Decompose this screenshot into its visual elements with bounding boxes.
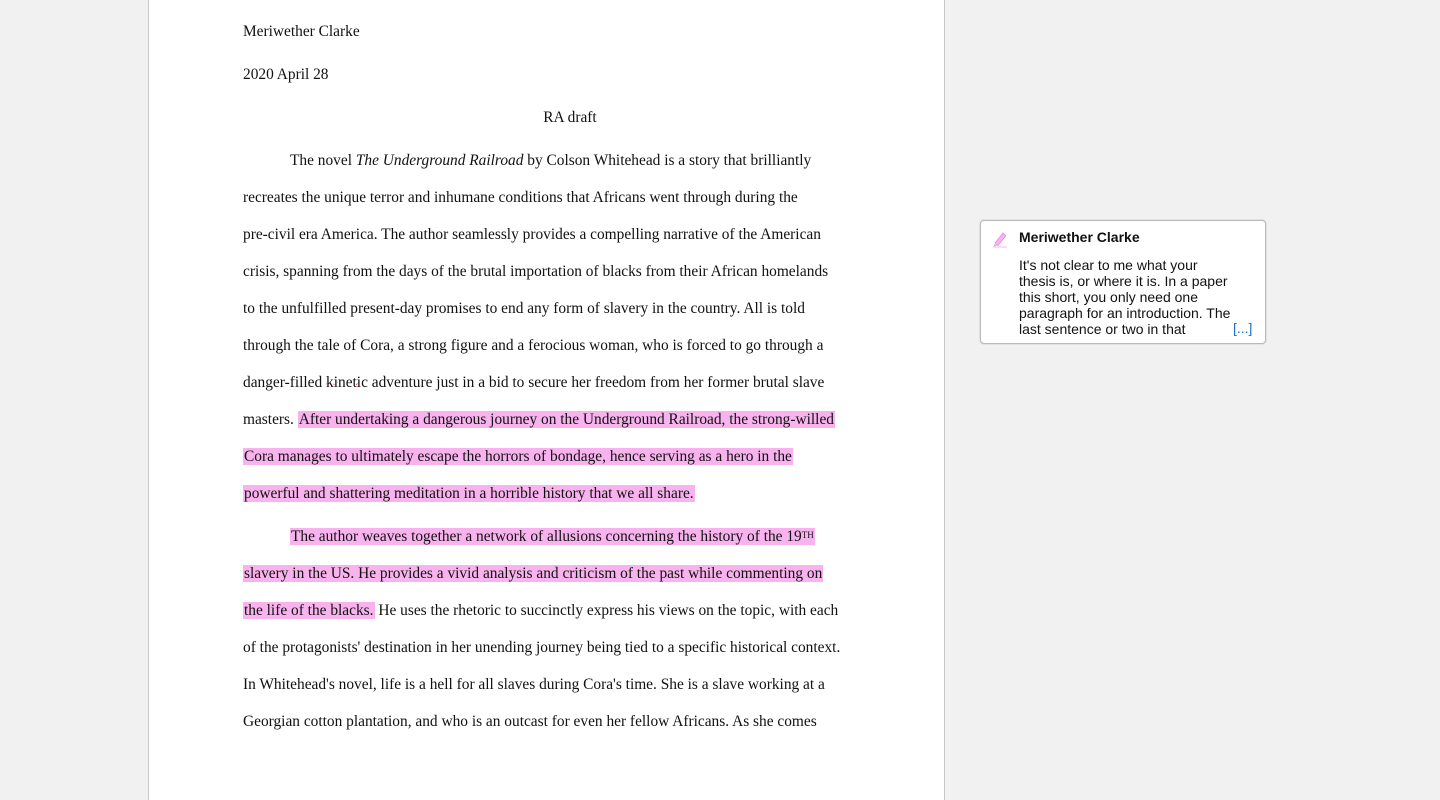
paragraph-2-line-1: The author weaves together a network of … (290, 527, 815, 547)
text-run: by Colson Whitehead is a story that bril… (523, 152, 812, 169)
paragraph-1-line-3: pre-civil era America. The author seamle… (243, 226, 821, 243)
highlighted-text[interactable]: Cora manages to ultimately escape the ho… (243, 448, 793, 465)
text-run: The author weaves together a network of … (291, 528, 802, 545)
paragraph-2-line-5: In Whitehead's novel, life is a hell for… (243, 676, 825, 693)
document-title-text: RA draft (543, 109, 597, 126)
highlighted-text[interactable]: After undertaking a dangerous journey on… (297, 411, 835, 428)
paragraph-2-line-6: Georgian cotton plantation, and who is a… (243, 713, 817, 730)
comment-author: Meriwether Clarke (1019, 229, 1140, 245)
paragraph-1-line-10: powerful and shattering meditation in a … (243, 484, 695, 504)
paragraph-2-line-4: of the protagonists' destination in her … (243, 639, 841, 656)
highlighted-text[interactable]: slavery in the US. He provides a vivid a… (243, 565, 824, 582)
paragraph-1-line-7: danger-filled kinetic adventure just in … (243, 373, 824, 393)
book-title: The Underground Railroad (355, 152, 524, 169)
text-run: masters. (243, 411, 298, 428)
paragraph-1-line-5: to the unfulfilled present-day promises … (243, 300, 805, 317)
highlighter-icon (991, 230, 1009, 248)
text-run: danger-filled (243, 374, 327, 391)
document-date: 2020 April 28 (243, 66, 329, 83)
document-page: Meriwether Clarke 2020 April 28 RA draft… (148, 0, 945, 800)
paragraph-1-line-8: masters. After undertaking a dangerous j… (243, 410, 835, 430)
paragraph-1-line-6: through the tale of Cora, a strong figur… (243, 337, 824, 354)
document-title: RA draft (243, 108, 897, 128)
superscript: TH (801, 530, 814, 540)
paragraph-1-line-9: Cora manages to ultimately escape the ho… (243, 447, 793, 467)
author-name: Meriwether Clarke (243, 23, 360, 40)
paragraph-1-line-2: recreates the unique terror and inhumane… (243, 189, 798, 206)
text-run: He uses the rhetoric to succinctly expre… (374, 602, 839, 619)
comment-text: It's not clear to me what your thesis is… (1019, 257, 1231, 337)
comment-card[interactable]: Meriwether Clarke It's not clear to me w… (980, 220, 1266, 344)
highlighted-text[interactable]: powerful and shattering meditation in a … (243, 485, 695, 502)
text-run: The novel (290, 152, 356, 169)
misspelled-word[interactable]: kinetic (326, 374, 368, 391)
expand-comment-link[interactable]: [...] (1233, 320, 1252, 336)
paragraph-2-line-3: the life of the blacks. He uses the rhet… (243, 601, 838, 621)
paragraph-2-line-2: slavery in the US. He provides a vivid a… (243, 564, 824, 584)
paragraph-1-line-1: The novel The Underground Railroad by Co… (290, 151, 811, 171)
highlighted-text[interactable]: the life of the blacks. (243, 602, 375, 619)
text-run: adventure just in a bid to secure her fr… (367, 374, 825, 391)
highlighted-text[interactable]: The author weaves together a network of … (290, 528, 815, 545)
paragraph-1-line-4: crisis, spanning from the days of the br… (243, 263, 829, 280)
